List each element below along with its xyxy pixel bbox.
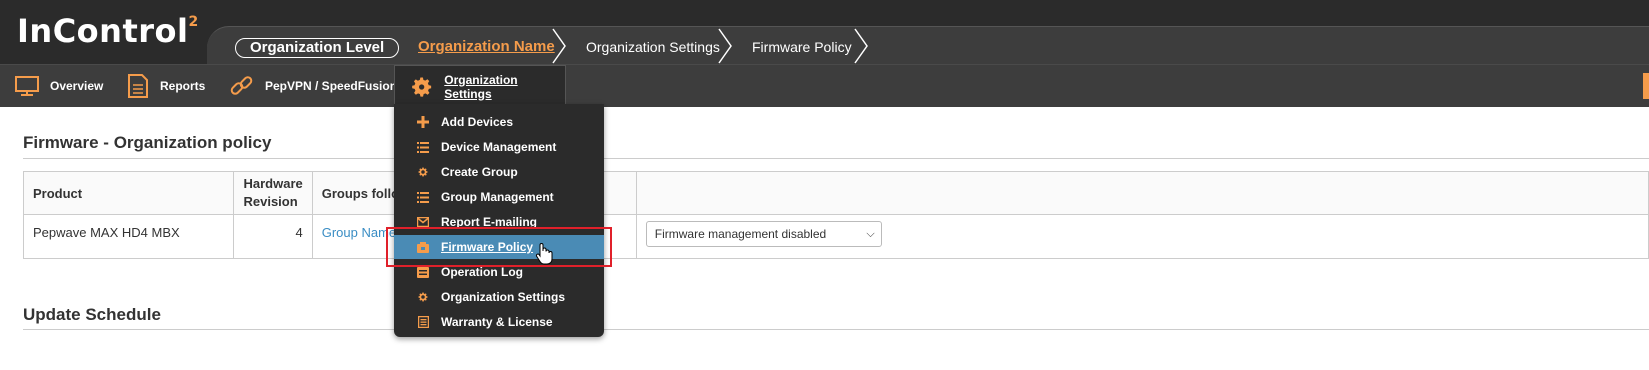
- cell-product: Pepwave MAX HD4 MBX: [22, 214, 235, 259]
- top-header: InControl2 Organization Level Organizati…: [0, 0, 1649, 65]
- breadcrumb: Organization Level Organization Name Org…: [207, 26, 1649, 65]
- breadcrumb-organization-name[interactable]: Organization Name: [418, 38, 555, 56]
- report-icon: [128, 74, 148, 98]
- chevron-right-icon: [854, 28, 868, 64]
- chevron-right-icon: [718, 28, 732, 64]
- divider: [23, 329, 1649, 330]
- chevron-right-icon: [552, 28, 566, 64]
- breadcrumb-organization-settings[interactable]: Organization Settings: [586, 38, 720, 56]
- col-hardware-revision: Hardware Revision: [233, 171, 313, 215]
- nav-reports-label: Reports: [160, 79, 206, 93]
- menu-item-group-management[interactable]: Group Management: [394, 185, 604, 209]
- page-title: Firmware - Organization policy: [23, 133, 272, 152]
- list-icon: [416, 141, 430, 153]
- nav-overview-label: Overview: [50, 79, 104, 93]
- monitor-icon: [15, 76, 39, 96]
- nav-pepvpn[interactable]: PepVPN / SpeedFusion: [229, 65, 397, 107]
- col-policy: [635, 171, 1649, 215]
- breadcrumb-firmware-policy[interactable]: Firmware Policy: [752, 38, 852, 56]
- envelope-icon: [416, 217, 430, 227]
- sidebar-toggle[interactable]: [1643, 73, 1649, 99]
- nav-organization-settings-label: Organization Settings: [444, 72, 518, 101]
- menu-item-organization-settings[interactable]: Organization Settings: [394, 285, 604, 309]
- table-header-row: Product Hardware Revision Groups follo: [22, 171, 1649, 215]
- firmware-policy-select[interactable]: Firmware management disabled ⌵: [645, 221, 882, 247]
- group-link[interactable]: Group Name: [322, 225, 396, 240]
- nav-organization-settings[interactable]: Organization Settings: [394, 65, 566, 107]
- highlight-callout: [386, 227, 612, 267]
- hand-cursor-icon: [535, 243, 553, 265]
- menu-item-warranty-license[interactable]: Warranty & License: [394, 310, 604, 334]
- breadcrumb-organization-level[interactable]: Organization Level: [235, 38, 400, 58]
- gear-icon: [412, 77, 432, 97]
- table-row: Pepwave MAX HD4 MBX 4 Group Name Firmwar…: [22, 214, 1649, 259]
- organization-settings-menu: Add Devices Device Management Create Gro…: [394, 104, 604, 337]
- logo[interactable]: InControl2: [17, 12, 199, 50]
- cell-revision: 4: [233, 214, 313, 259]
- section-title-update-schedule: Update Schedule: [23, 305, 161, 324]
- nav-pepvpn-label: PepVPN / SpeedFusion: [265, 79, 398, 93]
- link-icon: [230, 76, 253, 95]
- document-icon: [416, 316, 430, 328]
- firmware-table: Product Hardware Revision Groups follo Pe…: [22, 171, 1649, 259]
- cell-policy: Firmware management disabled ⌵: [635, 214, 1649, 259]
- list-icon: [416, 191, 430, 203]
- log-icon: [416, 266, 430, 278]
- nav-reports[interactable]: Reports: [126, 65, 205, 107]
- nav-overview[interactable]: Overview: [14, 65, 103, 107]
- main-nav: Overview Reports PepVPN / SpeedFusion Or…: [0, 64, 1649, 107]
- gear-icon: [416, 291, 430, 303]
- gear-icon: [416, 166, 430, 178]
- menu-item-device-management[interactable]: Device Management: [394, 135, 604, 159]
- menu-item-create-group[interactable]: Create Group: [394, 160, 604, 184]
- divider: [23, 158, 1649, 159]
- menu-item-add-devices[interactable]: Add Devices: [394, 110, 604, 134]
- plus-icon: [416, 116, 430, 128]
- col-product: Product: [22, 171, 235, 215]
- chevron-down-icon: ⌵: [866, 228, 875, 240]
